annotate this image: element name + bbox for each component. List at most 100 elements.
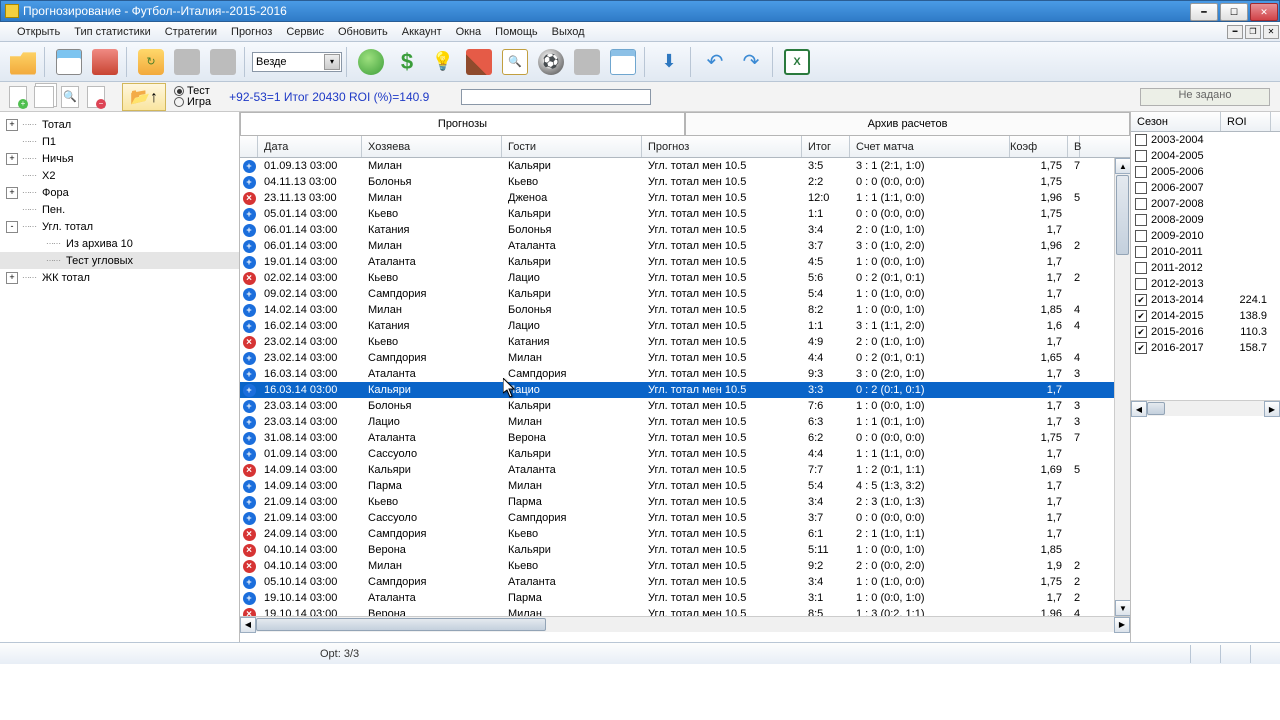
grid-row[interactable]: +14.02.14 03:00МиланБолоньяУгл. тотал ме…: [240, 302, 1130, 318]
season-hscroll[interactable]: ◀ ▶: [1131, 400, 1280, 416]
season-row[interactable]: 2010-2011: [1131, 244, 1280, 260]
tree-toggle-icon[interactable]: +: [6, 272, 18, 284]
col-roi[interactable]: ROI: [1221, 112, 1271, 131]
menu-Выход[interactable]: Выход: [545, 23, 592, 41]
season-checkbox[interactable]: ✔: [1135, 310, 1147, 322]
grid-body[interactable]: +01.09.13 03:00МиланКальяриУгл. тотал ме…: [240, 158, 1130, 616]
grid-row[interactable]: +04.11.13 03:00БолоньяКьевоУгл. тотал ме…: [240, 174, 1130, 190]
menu-Аккаунт[interactable]: Аккаунт: [395, 23, 449, 41]
grid-row[interactable]: +19.10.14 03:00АталантаПармаУгл. тотал м…: [240, 590, 1130, 606]
grid-row[interactable]: +23.03.14 03:00ЛациоМиланУгл. тотал мен …: [240, 414, 1130, 430]
scroll-down-button[interactable]: ▼: [1115, 600, 1130, 616]
menu-Помощь[interactable]: Помощь: [488, 23, 545, 41]
maximize-button[interactable]: ☐: [1220, 3, 1248, 21]
combo-dropdown-button[interactable]: ▾: [324, 54, 340, 70]
grid-row[interactable]: +19.01.14 03:00АталантаКальяриУгл. тотал…: [240, 254, 1130, 270]
season-row[interactable]: 2006-2007: [1131, 180, 1280, 196]
grid-row[interactable]: +06.01.14 03:00КатанияБолоньяУгл. тотал …: [240, 222, 1130, 238]
tree-item[interactable]: -⋯⋯Угл. тотал: [0, 218, 239, 235]
tb-undo-button[interactable]: ↶: [698, 45, 732, 79]
season-checkbox[interactable]: [1135, 166, 1147, 178]
tb-edit-button[interactable]: [462, 45, 496, 79]
season-row[interactable]: 2009-2010: [1131, 228, 1280, 244]
season-checkbox[interactable]: [1135, 246, 1147, 258]
grid-row[interactable]: +23.03.14 03:00БолоньяКальяриУгл. тотал …: [240, 398, 1130, 414]
season-checkbox[interactable]: [1135, 214, 1147, 226]
season-checkbox[interactable]: [1135, 182, 1147, 194]
tb-redo-button[interactable]: ↷: [734, 45, 768, 79]
tree-item[interactable]: ⋯⋯X2: [0, 167, 239, 184]
grid-row[interactable]: +23.02.14 03:00СампдорияМиланУгл. тотал …: [240, 350, 1130, 366]
col-away[interactable]: Гости: [502, 136, 642, 157]
close-button[interactable]: ✕: [1250, 3, 1278, 21]
menu-Тип статистики[interactable]: Тип статистики: [67, 23, 158, 41]
menu-Обновить[interactable]: Обновить: [331, 23, 395, 41]
tab-forecasts[interactable]: Прогнозы: [240, 112, 685, 135]
season-checkbox[interactable]: [1135, 198, 1147, 210]
col-result[interactable]: Итог: [802, 136, 850, 157]
scroll-left-button[interactable]: ◀: [240, 617, 256, 633]
tree-item[interactable]: +⋯⋯ЖК тотал: [0, 269, 239, 286]
season-checkbox[interactable]: [1135, 230, 1147, 242]
tb-globe-refresh-button[interactable]: [354, 45, 388, 79]
tree-item[interactable]: +⋯⋯Тотал: [0, 116, 239, 133]
season-row[interactable]: 2007-2008: [1131, 196, 1280, 212]
radio-test[interactable]: Тест: [174, 86, 211, 97]
season-row[interactable]: ✔2013-2014224.1: [1131, 292, 1280, 308]
grid-row[interactable]: ×23.11.13 03:00МиланДженоаУгл. тотал мен…: [240, 190, 1130, 206]
sb-copy-button[interactable]: [32, 85, 56, 109]
grid-row[interactable]: ×02.02.14 03:00КьевоЛациоУгл. тотал мен …: [240, 270, 1130, 286]
tb-search-button[interactable]: 🔍: [498, 45, 532, 79]
sb-preview-button[interactable]: 🔍: [58, 85, 82, 109]
radio-game[interactable]: Игра: [174, 97, 211, 108]
grid-row[interactable]: +31.08.14 03:00АталантаВеронаУгл. тотал …: [240, 430, 1130, 446]
sb-new-button[interactable]: +: [6, 85, 30, 109]
season-row[interactable]: ✔2015-2016110.3: [1131, 324, 1280, 340]
grid-row[interactable]: ×14.09.14 03:00КальяриАталантаУгл. тотал…: [240, 462, 1130, 478]
tree-toggle-icon[interactable]: +: [6, 119, 18, 131]
grid-row[interactable]: +09.02.14 03:00СампдорияКальяриУгл. тота…: [240, 286, 1130, 302]
scroll-right-button[interactable]: ▶: [1114, 617, 1130, 633]
grid-row[interactable]: ×04.10.14 03:00МиланКьевоУгл. тотал мен …: [240, 558, 1130, 574]
grid-row[interactable]: +16.03.14 03:00КальяриЛациоУгл. тотал ме…: [240, 382, 1130, 398]
tree-item[interactable]: ⋯⋯Пен.: [0, 201, 239, 218]
season-checkbox[interactable]: [1135, 134, 1147, 146]
grid-row[interactable]: +14.09.14 03:00ПармаМиланУгл. тотал мен …: [240, 478, 1130, 494]
season-row[interactable]: 2012-2013: [1131, 276, 1280, 292]
tab-archive[interactable]: Архив расчетов: [685, 112, 1130, 135]
tb-table-button[interactable]: [52, 45, 86, 79]
tree-toggle-icon[interactable]: +: [6, 153, 18, 165]
mdi-minimize-button[interactable]: ━: [1227, 25, 1243, 39]
grid-row[interactable]: +01.09.13 03:00МиланКальяриУгл. тотал ме…: [240, 158, 1130, 174]
grid-row[interactable]: ×24.09.14 03:00СампдорияКьевоУгл. тотал …: [240, 526, 1130, 542]
col-season[interactable]: Сезон: [1131, 112, 1221, 131]
horizontal-scrollbar[interactable]: ◀ ▶: [240, 616, 1130, 632]
season-checkbox[interactable]: ✔: [1135, 294, 1147, 306]
title-bar[interactable]: Прогнозирование - Футбол--Италия--2015-2…: [0, 0, 1280, 22]
grid-header[interactable]: Дата Хозяева Гости Прогноз Итог Счет мат…: [240, 136, 1130, 158]
tb-refresh-button[interactable]: ↻: [134, 45, 168, 79]
tb-download-button[interactable]: ⬇: [652, 45, 686, 79]
tb-ball-button[interactable]: ⚽: [534, 45, 568, 79]
tb-excel-button[interactable]: X: [780, 45, 814, 79]
vertical-scrollbar[interactable]: ▲ ▼: [1114, 158, 1130, 616]
menu-Сервис[interactable]: Сервис: [279, 23, 331, 41]
tb-money-button[interactable]: $: [390, 45, 424, 79]
grid-row[interactable]: +01.09.14 03:00СассуолоКальяриУгл. тотал…: [240, 446, 1130, 462]
tree-item[interactable]: +⋯⋯Фора: [0, 184, 239, 201]
mdi-close-button[interactable]: ✕: [1263, 25, 1279, 39]
tree-item[interactable]: ⋯⋯П1: [0, 133, 239, 150]
tree-child-item[interactable]: ⋯⋯Из архива 10: [0, 235, 239, 252]
season-checkbox[interactable]: ✔: [1135, 326, 1147, 338]
tree-toggle-icon[interactable]: +: [6, 187, 18, 199]
grid-row[interactable]: +05.01.14 03:00КьевоКальяриУгл. тотал ме…: [240, 206, 1130, 222]
season-checkbox[interactable]: ✔: [1135, 342, 1147, 354]
col-forecast[interactable]: Прогноз: [642, 136, 802, 157]
hscroll-thumb[interactable]: [256, 618, 546, 631]
grid-row[interactable]: +06.01.14 03:00МиланАталантаУгл. тотал м…: [240, 238, 1130, 254]
tb-folder-open-button[interactable]: [6, 45, 40, 79]
col-coef[interactable]: Коэф: [1010, 136, 1068, 157]
grid-row[interactable]: +05.10.14 03:00СампдорияАталантаУгл. тот…: [240, 574, 1130, 590]
season-row[interactable]: 2003-2004: [1131, 132, 1280, 148]
tb-bulb-button[interactable]: 💡: [426, 45, 460, 79]
